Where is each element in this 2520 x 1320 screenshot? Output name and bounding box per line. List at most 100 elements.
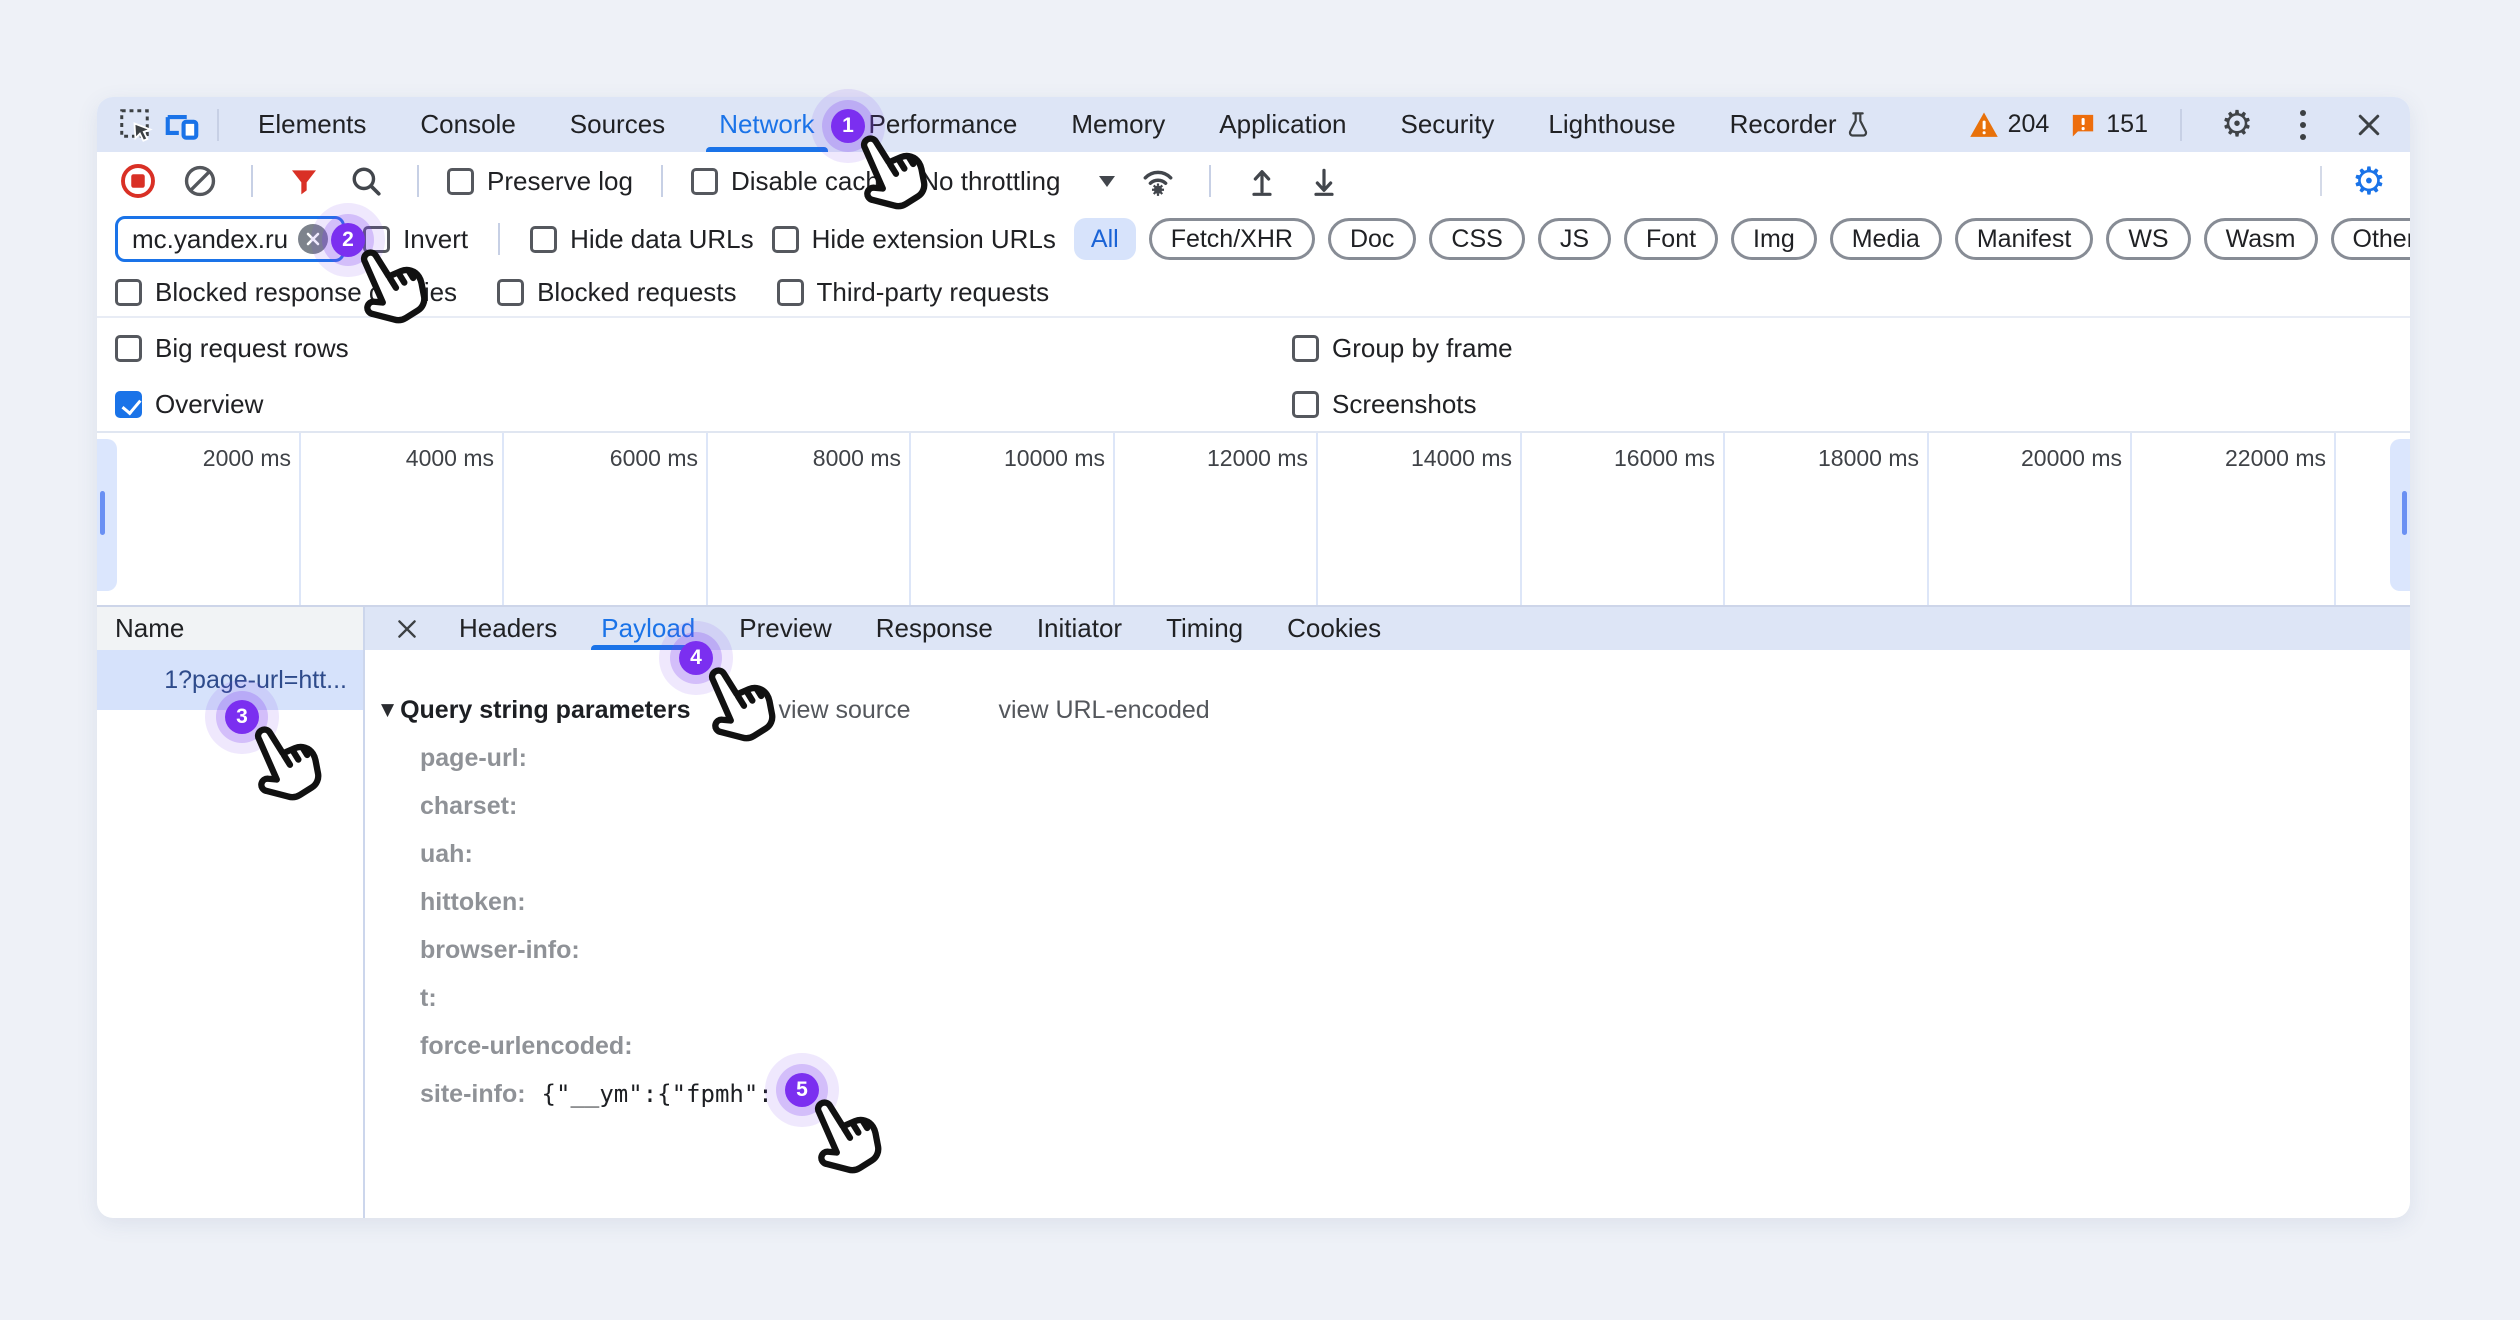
tab-label: Console bbox=[420, 109, 515, 140]
clear-filter-button[interactable] bbox=[298, 224, 328, 254]
chip-ws[interactable]: WS bbox=[2106, 218, 2190, 260]
screenshots-label: Screenshots bbox=[1332, 389, 1477, 420]
name-column-header[interactable]: Name bbox=[97, 607, 365, 650]
chip-fetch-xhr[interactable]: Fetch/XHR bbox=[1149, 218, 1315, 260]
third-party-requests-checkbox[interactable] bbox=[777, 279, 804, 306]
hide-data-urls-checkbox-group[interactable]: Hide data URLs bbox=[530, 224, 754, 255]
chip-all[interactable]: All bbox=[1074, 218, 1136, 260]
tab-network[interactable]: Network bbox=[692, 97, 841, 152]
tab-recorder[interactable]: Recorder bbox=[1703, 97, 1898, 152]
tab-memory[interactable]: Memory bbox=[1044, 97, 1192, 152]
preserve-log-label: Preserve log bbox=[487, 166, 633, 197]
warning-count: 204 bbox=[2008, 110, 2050, 139]
export-har-button[interactable] bbox=[1301, 158, 1347, 204]
close-devtools-button[interactable] bbox=[2346, 102, 2392, 148]
settings-button[interactable]: ⚙ bbox=[2214, 102, 2260, 148]
big-request-rows-checkbox[interactable] bbox=[115, 335, 142, 362]
timeline-tick-label: 8000 ms bbox=[701, 445, 901, 472]
view-url-encoded-link[interactable]: view URL-encoded bbox=[998, 696, 1209, 725]
tab-console[interactable]: Console bbox=[393, 97, 542, 152]
hide-extension-urls-checkbox-group[interactable]: Hide extension URLs bbox=[772, 224, 1056, 255]
big-request-rows-checkbox-group[interactable]: Big request rows bbox=[115, 333, 349, 364]
hide-extension-urls-checkbox[interactable] bbox=[772, 226, 799, 253]
third-party-requests-checkbox-group[interactable]: Third-party requests bbox=[777, 277, 1050, 308]
blocked-requests-checkbox[interactable] bbox=[497, 279, 524, 306]
group-by-frame-checkbox[interactable] bbox=[1292, 335, 1319, 362]
param-key: t: bbox=[420, 984, 437, 1013]
close-detail-panel-button[interactable] bbox=[385, 607, 429, 650]
chevron-down-icon bbox=[1099, 176, 1115, 187]
screenshots-checkbox[interactable] bbox=[1292, 391, 1319, 418]
tab-label: Recorder bbox=[1730, 109, 1837, 140]
record-network-log-button[interactable] bbox=[115, 158, 161, 204]
network-filter-row: mc.yandex.ru Invert Hide data URLs Hide … bbox=[97, 210, 2410, 268]
chip-js[interactable]: JS bbox=[1538, 218, 1611, 260]
search-button[interactable] bbox=[343, 158, 389, 204]
filter-toggle-button[interactable] bbox=[281, 158, 327, 204]
section-title-text: Query string parameters bbox=[400, 696, 690, 725]
timeline-tick-label: 12000 ms bbox=[1108, 445, 1308, 472]
chip-media[interactable]: Media bbox=[1830, 218, 1942, 260]
param-row: page-url: bbox=[381, 734, 2410, 782]
network-overview-timeline[interactable]: 2000 ms 4000 ms 6000 ms 8000 ms 10000 ms… bbox=[97, 433, 2410, 607]
detail-tab-cookies[interactable]: Cookies bbox=[1265, 607, 1403, 650]
tab-security[interactable]: Security bbox=[1374, 97, 1522, 152]
tab-lighthouse[interactable]: Lighthouse bbox=[1521, 97, 1702, 152]
warnings-counter[interactable]: 204 bbox=[1969, 110, 2050, 139]
device-toolbar-button[interactable] bbox=[159, 102, 205, 148]
close-icon bbox=[2354, 110, 2384, 140]
detail-tab-initiator[interactable]: Initiator bbox=[1015, 607, 1144, 650]
param-row: t: bbox=[381, 974, 2410, 1022]
toolbar-divider bbox=[417, 165, 419, 197]
issues-counter[interactable]: 151 bbox=[2069, 110, 2148, 139]
timeline-window-handle-right[interactable] bbox=[2390, 439, 2410, 591]
tab-label: Elements bbox=[258, 109, 366, 140]
group-by-frame-label: Group by frame bbox=[1332, 333, 1513, 364]
chip-img[interactable]: Img bbox=[1731, 218, 1817, 260]
toolbar-divider bbox=[661, 165, 663, 197]
timeline-tick-label: 2000 ms bbox=[97, 445, 291, 472]
timeline-tick-label: 20000 ms bbox=[1922, 445, 2122, 472]
toolbar-divider bbox=[2180, 109, 2182, 141]
filter-input[interactable]: mc.yandex.ru bbox=[115, 216, 345, 262]
detail-tab-timing[interactable]: Timing bbox=[1144, 607, 1265, 650]
network-conditions-button[interactable] bbox=[1135, 158, 1181, 204]
tab-application[interactable]: Application bbox=[1192, 97, 1373, 152]
network-content-area: 1?page-url=htt... ▼ Query string paramet… bbox=[97, 650, 2410, 1218]
group-by-frame-checkbox-group[interactable]: Group by frame bbox=[1292, 333, 1513, 364]
upload-icon bbox=[1246, 165, 1278, 197]
network-settings-gear-icon[interactable]: ⚙ bbox=[2352, 162, 2386, 200]
tab-label: Memory bbox=[1071, 109, 1165, 140]
overview-checkbox-group[interactable]: Overview bbox=[115, 389, 263, 420]
param-value: {"__ym":{"fpmh": bbox=[542, 1080, 773, 1108]
tab-sources[interactable]: Sources bbox=[543, 97, 692, 152]
inspect-element-button[interactable] bbox=[113, 102, 159, 148]
preserve-log-checkbox-group[interactable]: Preserve log bbox=[447, 166, 633, 197]
hide-data-urls-checkbox[interactable] bbox=[530, 226, 557, 253]
chip-css[interactable]: CSS bbox=[1429, 218, 1524, 260]
request-row-selected[interactable]: 1?page-url=htt... bbox=[97, 650, 363, 710]
preserve-log-checkbox[interactable] bbox=[447, 168, 474, 195]
toolbar-divider bbox=[217, 109, 219, 141]
clear-network-log-button[interactable] bbox=[177, 158, 223, 204]
more-options-button[interactable] bbox=[2280, 102, 2326, 148]
chip-manifest[interactable]: Manifest bbox=[1955, 218, 2093, 260]
overview-checkbox[interactable] bbox=[115, 391, 142, 418]
timeline-window-handle-left[interactable] bbox=[97, 439, 117, 591]
detail-tab-preview[interactable]: Preview bbox=[717, 607, 853, 650]
import-har-button[interactable] bbox=[1239, 158, 1285, 204]
tab-elements[interactable]: Elements bbox=[231, 97, 393, 152]
blocked-response-cookies-checkbox[interactable] bbox=[115, 279, 142, 306]
query-string-parameters-title[interactable]: ▼ Query string parameters bbox=[381, 696, 690, 725]
chip-other[interactable]: Other bbox=[2331, 218, 2411, 260]
blocked-requests-checkbox-group[interactable]: Blocked requests bbox=[497, 277, 736, 308]
chip-wasm[interactable]: Wasm bbox=[2204, 218, 2318, 260]
detail-tab-headers[interactable]: Headers bbox=[437, 607, 579, 650]
screenshots-checkbox-group[interactable]: Screenshots bbox=[1292, 389, 1477, 420]
chip-font[interactable]: Font bbox=[1624, 218, 1718, 260]
disable-cache-checkbox[interactable] bbox=[691, 168, 718, 195]
chip-doc[interactable]: Doc bbox=[1328, 218, 1416, 260]
tab-label: Lighthouse bbox=[1548, 109, 1675, 140]
gear-icon: ⚙ bbox=[2221, 107, 2253, 143]
detail-tab-response[interactable]: Response bbox=[854, 607, 1015, 650]
